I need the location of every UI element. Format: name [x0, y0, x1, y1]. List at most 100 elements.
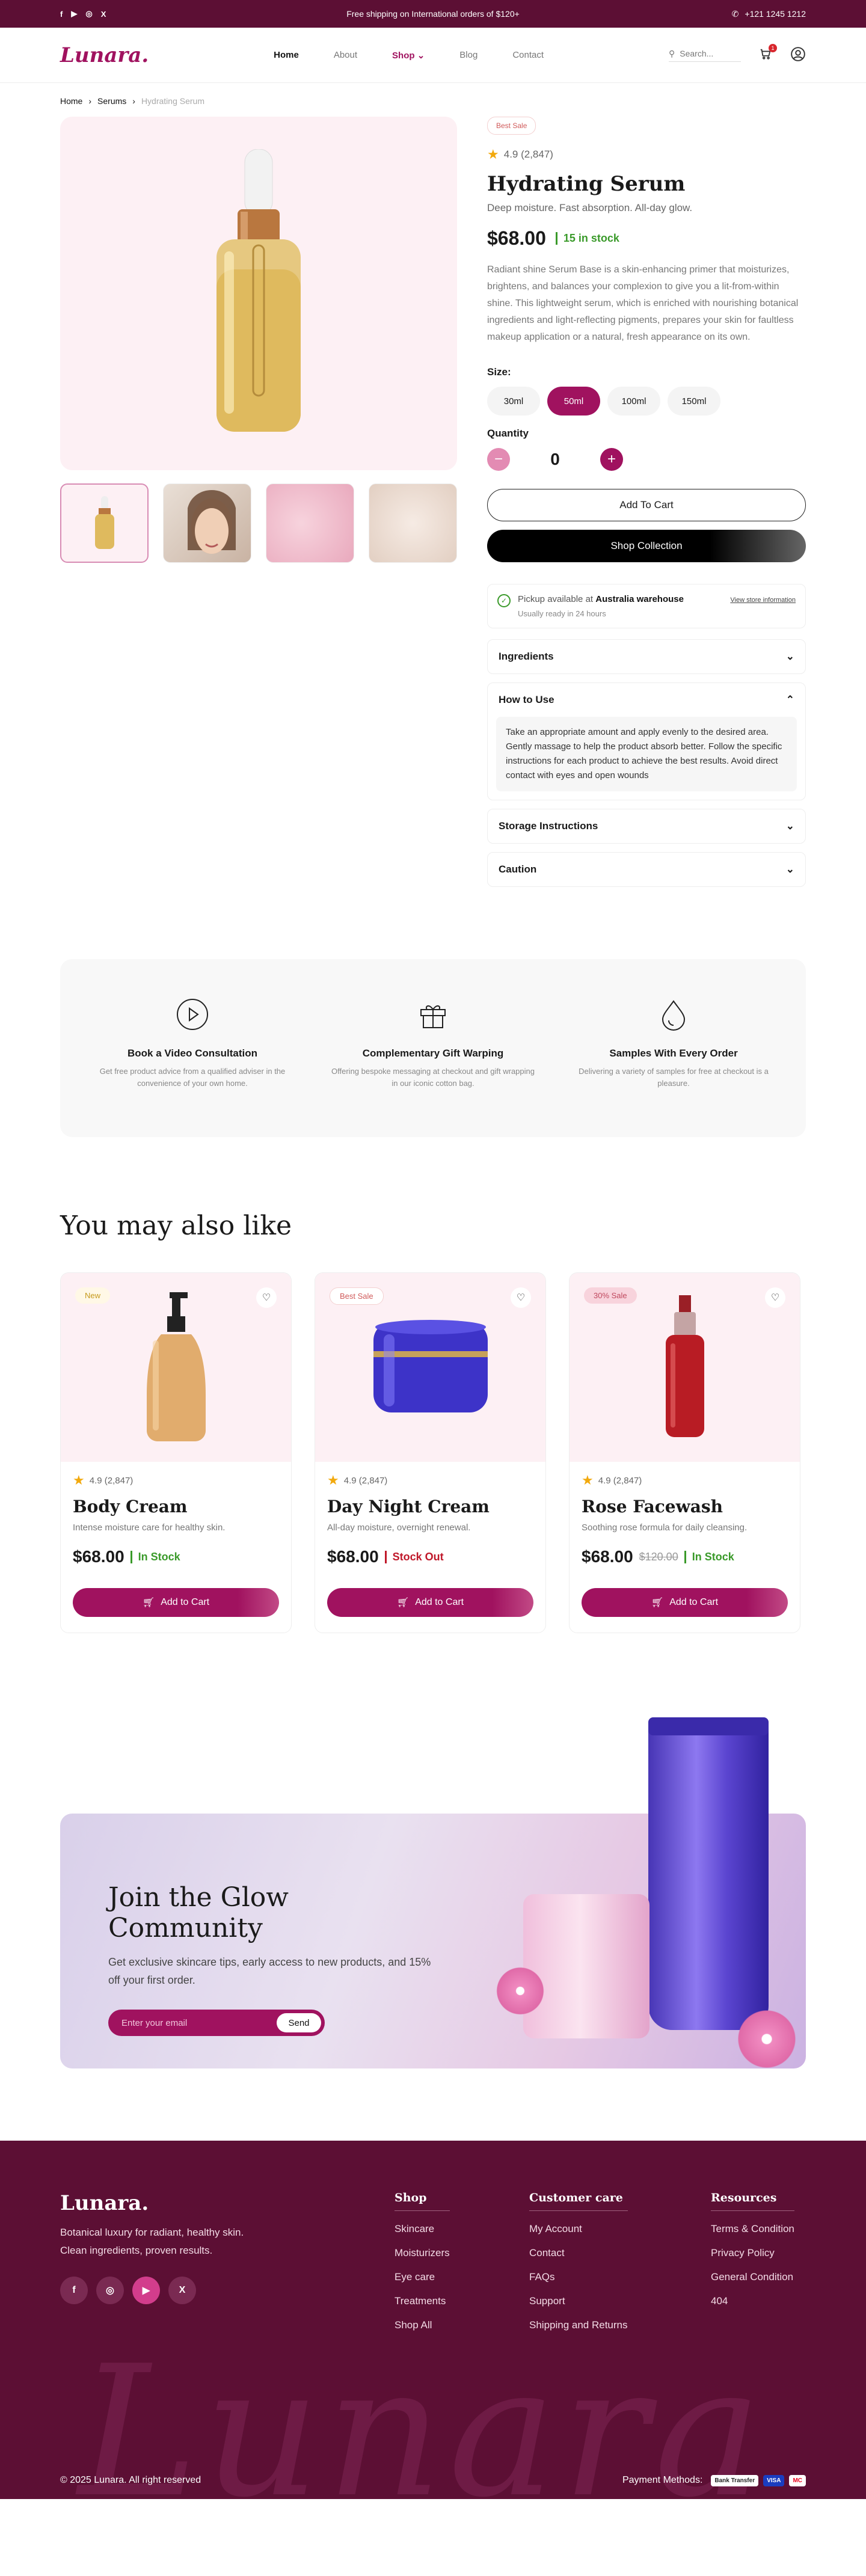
increase-button[interactable]: +	[600, 448, 623, 471]
footer-bottom: © 2025 Lunara. All right reserved Paymen…	[60, 2473, 806, 2488]
footer-link[interactable]: Shop All	[395, 2319, 450, 2331]
product-description: Radiant shine Serum Base is a skin-enhan…	[487, 265, 799, 342]
footer-col-shop: Shop Skincare Moisturizers Eye care Trea…	[395, 2191, 450, 2343]
feature-samples: Samples With Every Order Delivering a va…	[571, 998, 776, 1137]
product-card-image: Best Sale ♡	[315, 1273, 545, 1462]
size-label: Size:	[487, 366, 511, 378]
footer-link[interactable]: Moisturizers	[395, 2247, 450, 2259]
accordion-title: Caution	[499, 863, 537, 875]
product-section: Best Sale ★ 4.9 (2,847) Hydrating Serum …	[0, 117, 866, 887]
bank-transfer-icon: Bank Transfer	[711, 2474, 759, 2486]
footer-link[interactable]: Shipping and Returns	[529, 2319, 628, 2331]
card-badge: New	[75, 1287, 111, 1304]
breadcrumb-serums[interactable]: Serums	[97, 96, 126, 106]
footer-link[interactable]: 404	[711, 2295, 794, 2307]
nav-home[interactable]: Home	[274, 50, 299, 61]
heart-icon[interactable]: ♡	[765, 1287, 785, 1308]
youtube-icon[interactable]: ▶	[132, 2277, 160, 2304]
footer-link[interactable]: Eye care	[395, 2271, 450, 2283]
footer-link[interactable]: Contact	[529, 2247, 628, 2259]
product-card[interactable]: Best Sale ♡ ★ 4.9 (2,847) Day Night Cream…	[315, 1272, 546, 1633]
product-card-image: New ♡	[61, 1273, 291, 1462]
pickup-text: Pickup available at Australia warehouse	[518, 594, 684, 604]
flower-decoration	[734, 2006, 800, 2072]
heart-icon[interactable]: ♡	[256, 1287, 277, 1308]
store-info-link[interactable]: View store information	[730, 596, 796, 618]
nav-contact[interactable]: Contact	[512, 50, 544, 61]
cart-icon[interactable]: 1	[759, 44, 777, 63]
size-option-50ml[interactable]: 50ml	[547, 387, 600, 416]
user-icon[interactable]	[790, 46, 806, 64]
product-main-image[interactable]	[60, 117, 457, 470]
x-icon[interactable]: X	[168, 2277, 196, 2304]
thumbnail-bottle[interactable]	[60, 483, 149, 563]
card-badge: Best Sale	[330, 1287, 384, 1305]
rating-text: 4.9 (2,847)	[343, 1475, 388, 1486]
rating-text: 4.9 (2,847)	[89, 1475, 134, 1486]
add-to-cart-button[interactable]: 🛒︎ Add to Cart	[327, 1588, 533, 1617]
cart-count-badge: 1	[769, 44, 777, 52]
decrease-button[interactable]: −	[487, 448, 510, 471]
phone-contact[interactable]: ✆ +121 1245 1212	[625, 9, 806, 19]
product-card[interactable]: New ♡ ★ 4.9 (2,847) Body Cream Intense mo…	[60, 1272, 292, 1633]
payment-methods: Payment Methods: Bank Transfer VISA MC	[619, 2473, 806, 2488]
youtube-icon[interactable]: ▶	[71, 9, 77, 19]
footer-link[interactable]: General Condition	[711, 2271, 794, 2283]
top-social: f ▶ ◎ X	[60, 9, 241, 19]
facebook-icon[interactable]: f	[60, 10, 63, 19]
product-card-image: 30% Sale ♡	[570, 1273, 800, 1462]
shop-collection-button[interactable]: Shop Collection	[487, 530, 806, 562]
card-stock: In Stock	[684, 1550, 734, 1563]
instagram-icon[interactable]: ◎	[85, 9, 92, 19]
footer-link[interactable]: Support	[529, 2295, 628, 2307]
product-card-info: ★ 4.9 (2,847) Rose Facewash Soothing rose…	[570, 1462, 800, 1628]
x-icon[interactable]: X	[101, 10, 106, 19]
add-to-cart-button[interactable]: Add To Cart	[487, 489, 806, 521]
thumbnail-model[interactable]	[163, 483, 251, 563]
send-button[interactable]: Send	[277, 2013, 321, 2032]
footer-logo[interactable]: Lunara.	[60, 2191, 149, 2215]
card-rating: ★ 4.9 (2,847)	[582, 1473, 788, 1488]
nav-about[interactable]: About	[334, 50, 357, 61]
size-options: 30ml 50ml 100ml 150ml	[487, 387, 806, 416]
add-to-cart-button[interactable]: 🛒︎ Add to Cart	[73, 1588, 279, 1617]
card-rating: ★ 4.9 (2,847)	[327, 1473, 533, 1488]
card-desc: Soothing rose formula for daily cleansin…	[582, 1523, 748, 1533]
footer-link[interactable]: Terms & Condition	[711, 2223, 794, 2235]
facebook-icon[interactable]: f	[60, 2277, 88, 2304]
product-card[interactable]: 30% Sale ♡ ★ 4.9 (2,847) Rose Facewash So…	[569, 1272, 800, 1633]
size-option-100ml[interactable]: 100ml	[607, 387, 660, 416]
accordion-storage[interactable]: Storage Instructions ⌄	[487, 809, 806, 844]
pink-jar-image	[523, 1894, 650, 2038]
thumbnail-texture-cream[interactable]	[369, 483, 457, 563]
phone-icon: ✆	[731, 8, 739, 19]
footer-link[interactable]: My Account	[529, 2223, 628, 2235]
site-footer: Lunara Lunara. Botanical luxury for radi…	[0, 2141, 866, 2499]
pickup-note: Usually ready in 24 hours	[518, 609, 606, 618]
pickup-prefix: Pickup available at	[518, 594, 594, 604]
thumbnail-texture-pink[interactable]	[266, 483, 354, 563]
footer-link[interactable]: Privacy Policy	[711, 2247, 794, 2259]
nav-blog[interactable]: Blog	[459, 50, 478, 61]
main-nav: Home About Shop ⌄ Blog Contact	[274, 50, 544, 61]
add-to-cart-button[interactable]: 🛒︎ Add to Cart	[582, 1588, 788, 1617]
email-field[interactable]: Enter your email Send	[108, 2010, 325, 2036]
feature-desc: Offering bespoke messaging at checkout a…	[331, 1067, 535, 1088]
footer-link[interactable]: Skincare	[395, 2223, 450, 2235]
size-option-30ml[interactable]: 30ml	[487, 387, 540, 416]
footer-link[interactable]: Treatments	[395, 2295, 450, 2307]
logo[interactable]: Lunara.	[60, 43, 149, 67]
search-input[interactable]: ⚲ Search...	[669, 49, 741, 62]
size-option-150ml[interactable]: 150ml	[668, 387, 720, 416]
sale-badge: Best Sale	[487, 117, 536, 135]
quantity-value[interactable]: 0	[527, 448, 583, 471]
footer-link[interactable]: FAQs	[529, 2271, 628, 2283]
accordion-ingredients[interactable]: Ingredients ⌄	[487, 639, 806, 674]
accordion-how-to-use[interactable]: How to Use ⌃ Take an appropriate amount a…	[487, 682, 806, 800]
accordion-caution[interactable]: Caution ⌄	[487, 852, 806, 887]
nav-shop[interactable]: Shop ⌄	[392, 50, 425, 61]
instagram-icon[interactable]: ◎	[96, 2277, 124, 2304]
breadcrumb-home[interactable]: Home	[60, 96, 82, 106]
cart-icon: 🛒︎	[651, 1598, 664, 1608]
heart-icon[interactable]: ♡	[511, 1287, 531, 1308]
